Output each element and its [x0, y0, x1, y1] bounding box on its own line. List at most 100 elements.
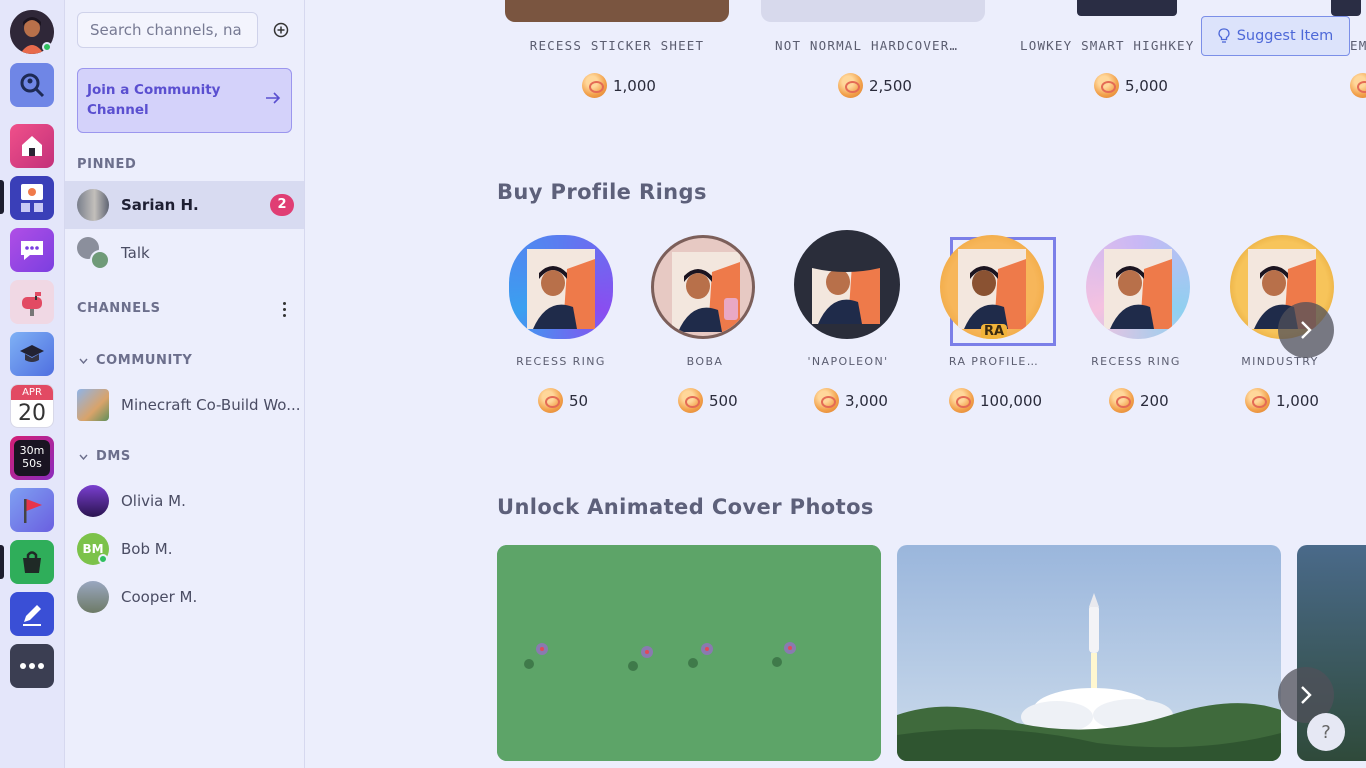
app-rail: APR 20 30m 50s — [0, 0, 65, 768]
shop-item-price: 2,500 — [838, 73, 912, 98]
shop-item-price: 1,000 — [582, 73, 656, 98]
calendar-day: 20 — [18, 401, 46, 426]
rocket-launch-scene-icon — [897, 545, 1281, 761]
shop-item-image[interactable] — [761, 0, 985, 22]
app-shop[interactable] — [10, 540, 54, 584]
pencil-icon — [23, 605, 41, 626]
price-value: 2,500 — [869, 76, 912, 95]
coin-icon — [1350, 73, 1366, 98]
avatar-illustration-icon — [1104, 249, 1172, 329]
dm-item-bob[interactable]: BM Bob M. — [65, 525, 304, 573]
ring-price: 200 — [1109, 388, 1169, 413]
app-timer[interactable]: 30m 50s — [10, 436, 54, 480]
coin-icon — [582, 73, 607, 98]
ring-price: 3,000 — [814, 388, 888, 413]
pinned-item-label: Sarian H. — [121, 196, 199, 214]
online-status-icon — [98, 554, 108, 564]
app-editor[interactable] — [10, 592, 54, 636]
profile-ring-item[interactable] — [509, 235, 613, 339]
community-group-toggle[interactable]: COMMUNITY — [79, 353, 192, 368]
shopping-bag-icon — [23, 551, 41, 573]
online-status-icon — [42, 42, 52, 52]
ring-price: 50 — [538, 388, 588, 413]
channel-item-label: Minecraft Co-Build Wo... — [121, 396, 301, 414]
coin-icon — [949, 388, 974, 413]
price-value: 5,000 — [1125, 76, 1168, 95]
price-value: 1,000 — [613, 76, 656, 95]
pinned-item-talk[interactable]: Talk — [65, 229, 304, 277]
chevron-down-icon — [79, 454, 88, 460]
rings-section-title: Buy Profile Rings — [497, 180, 707, 204]
add-channel-button[interactable] — [270, 19, 292, 41]
avatar-illustration-icon — [527, 249, 595, 329]
help-label: ? — [1321, 721, 1331, 743]
app-calendar[interactable]: APR 20 — [10, 384, 54, 428]
channels-section-title: CHANNELS — [77, 301, 161, 316]
pinned-section-title: PINNED — [77, 157, 137, 172]
pinned-item-sarian[interactable]: Sarian H. 2 — [65, 181, 304, 229]
app-mail[interactable] — [10, 280, 54, 324]
profile-ring-item[interactable] — [651, 235, 755, 339]
flag-icon — [24, 499, 42, 523]
dm-item-olivia[interactable]: Olivia M. — [65, 477, 304, 525]
app-gallery[interactable] — [10, 176, 54, 220]
app-learn[interactable] — [10, 332, 54, 376]
dm-item-label: Olivia M. — [121, 492, 186, 510]
ring-price: 1,000 — [1245, 388, 1319, 413]
mailbox-icon — [22, 292, 42, 316]
chevron-right-icon — [1301, 686, 1312, 704]
channel-icon — [77, 389, 109, 421]
shop-item-image[interactable] — [505, 0, 729, 22]
avatar — [77, 581, 109, 613]
ring-price: 500 — [678, 388, 738, 413]
channel-item-minecraft[interactable]: Minecraft Co-Build Wo... — [65, 381, 304, 429]
profile-ring-item[interactable] — [794, 230, 900, 339]
pixel-grass-scene-icon — [497, 545, 881, 761]
price-value: 50 — [569, 391, 589, 410]
rings-next-button[interactable] — [1278, 302, 1334, 358]
app-quests[interactable] — [10, 488, 54, 532]
group-avatar — [77, 237, 110, 270]
timer-minutes: 30m — [19, 444, 45, 457]
dm-item-cooper[interactable]: Cooper M. — [65, 573, 304, 621]
join-community-button[interactable]: Join a Community Channel — [77, 68, 292, 133]
more-dots-icon — [20, 663, 44, 669]
channels-options-button[interactable] — [278, 300, 290, 318]
suggest-item-button[interactable]: Suggest Item — [1201, 16, 1350, 56]
arrow-right-icon — [266, 92, 281, 104]
dms-group-toggle[interactable]: DMS — [79, 449, 131, 464]
pinned-item-label: Talk — [121, 244, 150, 262]
gallery-icon — [21, 184, 43, 212]
app-home[interactable] — [10, 124, 54, 168]
suggest-item-label: Suggest Item — [1236, 28, 1334, 44]
chevron-right-icon — [1301, 321, 1312, 339]
profile-ring-item[interactable] — [1086, 235, 1190, 339]
channel-sidebar: Join a Community Channel PINNED Sarian H… — [65, 0, 305, 768]
cover-photo-item[interactable] — [897, 545, 1281, 761]
join-community-label: Join a Community Channel — [87, 82, 221, 118]
shop-item-name: RECESS STICKER SHEET — [529, 38, 705, 53]
timer-display: 30m 50s — [14, 440, 50, 476]
shop-item-image[interactable] — [1077, 0, 1177, 16]
ring-name: RA PROFILE… — [948, 355, 1040, 368]
profile-ring-item[interactable]: RA — [940, 235, 1044, 339]
avatar-illustration-icon — [812, 244, 880, 324]
app-more[interactable] — [10, 644, 54, 688]
price-value: 3,000 — [845, 391, 888, 410]
shop-item-name: EM — [1350, 38, 1366, 53]
cover-photo-item[interactable] — [497, 545, 881, 761]
coin-icon — [1245, 388, 1270, 413]
help-button[interactable]: ? — [1307, 713, 1345, 751]
avatar — [77, 485, 109, 517]
search-input[interactable] — [77, 12, 258, 48]
dm-item-label: Bob M. — [121, 540, 173, 558]
shop-item-image[interactable] — [1331, 0, 1361, 16]
ring-price: 100,000 — [949, 388, 1042, 413]
ring-name: RECESS RING — [516, 355, 606, 368]
coin-icon — [814, 388, 839, 413]
app-messages[interactable] — [10, 228, 54, 272]
search-people-icon — [20, 73, 45, 98]
app-search-people[interactable] — [10, 63, 54, 107]
avatar — [77, 189, 109, 221]
price-value: 200 — [1140, 391, 1169, 410]
